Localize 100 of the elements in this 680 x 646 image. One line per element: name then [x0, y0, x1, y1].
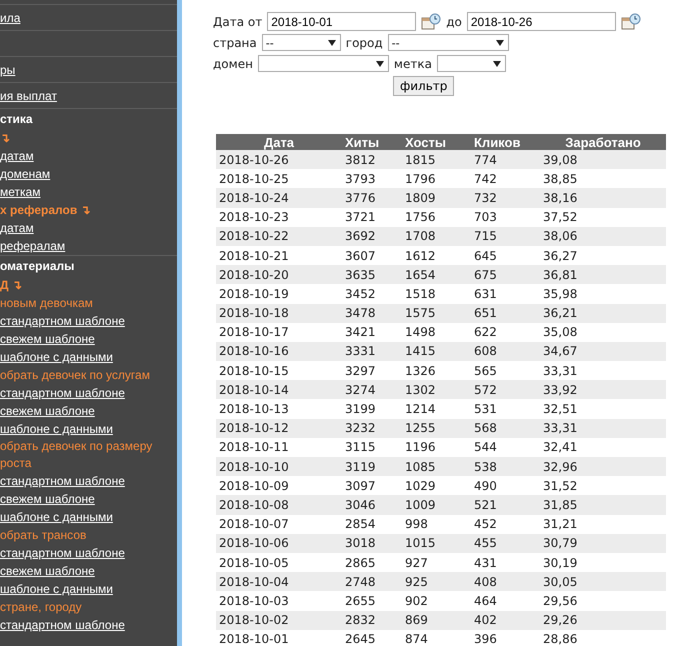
- sidebar-link[interactable]: стандартном шаблоне: [0, 314, 125, 328]
- sidebar-link[interactable]: меткам: [0, 185, 40, 199]
- sidebar-link[interactable]: шаблоне с данными: [0, 510, 113, 524]
- sidebar-link[interactable]: шаблоне с данными: [0, 422, 113, 436]
- table-cell-text: 2018-10-01: [218, 632, 290, 646]
- tag-select[interactable]: [436, 55, 506, 72]
- sidebar-link[interactable]: свежем шаблоне: [0, 332, 95, 346]
- table-cell-text: 874: [404, 632, 429, 646]
- table-cell-text: 3421: [344, 325, 377, 340]
- table-cell-text: 2018-10-18: [218, 306, 290, 320]
- table-cell-text: 1085: [404, 460, 437, 474]
- country-select[interactable]: --: [262, 34, 341, 51]
- sidebar-link[interactable]: датам: [0, 221, 34, 235]
- caret-icon: [376, 60, 384, 66]
- table-cell-text: 39,08: [542, 152, 578, 167]
- sidebar-link[interactable]: доменам: [0, 167, 50, 181]
- table-cell-text: 1575: [404, 306, 437, 320]
- table-cell-text: 3452: [344, 286, 377, 301]
- sidebar-link[interactable]: ия выплат: [0, 88, 57, 102]
- table-cell-text: 1415: [404, 344, 437, 358]
- table-cell-text: 2865: [344, 556, 377, 570]
- caret-icon: [328, 40, 336, 46]
- table-cell-text: 36,81: [542, 268, 578, 282]
- table-cell-text: 30,19: [542, 556, 578, 570]
- table-cell-text: 703: [473, 210, 498, 224]
- calendar-icon[interactable]: [620, 12, 641, 30]
- table-cell-text: 998: [404, 517, 429, 532]
- table-cell-text: 455: [473, 536, 498, 550]
- table-cell-text: 32,41: [542, 440, 578, 454]
- table-cell-text: 572: [473, 382, 498, 397]
- sidebar-heading: оматериалы: [0, 258, 74, 275]
- table-cell-text: 34,67: [542, 344, 578, 358]
- sidebar-link[interactable]: свежем шаблоне: [0, 404, 95, 418]
- table-cell-text: 29,26: [542, 613, 578, 628]
- table-cell-text: 396: [473, 632, 498, 646]
- column-header: Хиты: [344, 134, 380, 150]
- sidebar-label: обрать девочек по услугам: [0, 366, 150, 384]
- table-cell-text: 521: [473, 498, 498, 512]
- sidebar-link[interactable]: рефералам: [0, 239, 66, 253]
- table-cell-text: 3331: [344, 344, 377, 358]
- sidebar-link[interactable]: стандартном шаблоне: [0, 386, 125, 400]
- table-cell-text: 675: [473, 268, 498, 282]
- sidebar-link[interactable]: стандартном шаблоне: [0, 474, 125, 488]
- table-cell-text: 3607: [344, 248, 377, 263]
- table-cell-text: 1498: [404, 325, 437, 340]
- sidebar-link[interactable]: свежем шаблоне: [0, 492, 95, 506]
- table-cell-text: 1009: [404, 498, 437, 512]
- table-cell-text: 2018-10-24: [218, 190, 290, 205]
- table-cell-text: 2018-10-02: [218, 613, 290, 628]
- table-cell-text: 544: [473, 440, 498, 454]
- table-cell-text: 2018-10-06: [218, 536, 290, 550]
- table-cell-text: 32,96: [542, 460, 578, 474]
- table-cell-text: 1796: [404, 172, 437, 186]
- calendar-icon[interactable]: [421, 12, 442, 30]
- table-cell-text: 2018-10-04: [218, 574, 290, 589]
- table-cell-text: 33,92: [542, 382, 578, 397]
- table-cell-text: 30,05: [542, 574, 578, 589]
- filter-button[interactable]: фильтр: [393, 76, 454, 96]
- table-cell-text: 927: [404, 556, 429, 570]
- date-from-field[interactable]: 2018-10-01: [267, 12, 416, 31]
- table-cell-text: 3274: [344, 382, 377, 397]
- table-cell-text: 568: [473, 421, 498, 436]
- sidebar-link[interactable]: ила: [0, 10, 20, 24]
- sidebar-link[interactable]: свежем шаблоне: [0, 564, 95, 578]
- table-cell-text: 2018-10-05: [218, 556, 290, 570]
- table-cell-text: 2018-10-20: [218, 268, 290, 282]
- table-cell-text: 3018: [344, 536, 377, 550]
- column-header: Кликов: [473, 134, 522, 150]
- date-to-field[interactable]: 2018-10-26: [466, 12, 616, 31]
- city-label: город: [346, 36, 383, 50]
- table-cell-text: 2018-10-17: [218, 325, 290, 340]
- sidebar-link[interactable]: стандартном шаблоне: [0, 546, 125, 560]
- sidebar-link[interactable]: ры: [0, 62, 16, 76]
- caret-icon: [492, 60, 501, 66]
- domain-select[interactable]: [258, 55, 389, 72]
- sidebar-link[interactable]: датам: [0, 149, 34, 163]
- column-header: Дата: [262, 134, 296, 150]
- sidebar-link[interactable]: шаблоне с данными: [0, 350, 113, 364]
- sidebar-section[interactable]: х рефералов ↴: [0, 203, 91, 217]
- sidebar-section[interactable]: ↴: [0, 131, 10, 145]
- city-select[interactable]: --: [388, 34, 509, 51]
- table-cell-text: 1815: [404, 152, 437, 167]
- sidebar-label: обрать трансов: [0, 526, 86, 544]
- table-cell-text: 2018-10-09: [218, 478, 290, 493]
- table-cell-text: 1302: [404, 382, 437, 397]
- table-cell-text: 402: [473, 613, 498, 628]
- table-cell-text: 36,27: [542, 248, 578, 263]
- table-cell-text: 3297: [344, 364, 377, 378]
- sidebar-link[interactable]: шаблоне с данными: [0, 582, 113, 596]
- table-cell-text: 1756: [404, 210, 437, 224]
- table-cell-text: 2018-10-03: [218, 594, 290, 608]
- table-cell-text: 631: [473, 286, 498, 301]
- domain-label: домен: [213, 56, 253, 70]
- table-cell-text: 645: [473, 248, 498, 263]
- table-cell-text: 3635: [344, 268, 377, 282]
- sidebar-section[interactable]: Д ↴: [0, 278, 22, 292]
- table-cell-text: 715: [473, 229, 498, 244]
- sidebar-link[interactable]: стандартном шаблоне: [0, 618, 125, 632]
- date-to-label: до: [446, 14, 462, 28]
- table-cell-text: 2018-10-11: [218, 440, 290, 454]
